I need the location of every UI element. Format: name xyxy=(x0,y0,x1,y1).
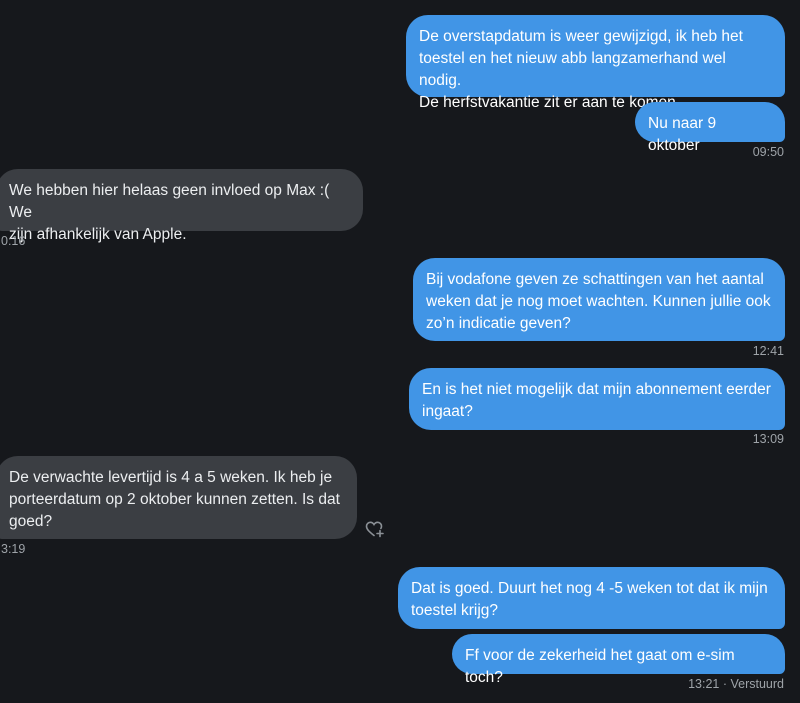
message-timestamp: 09:50 xyxy=(752,145,784,159)
message-timestamp: 0:16 xyxy=(1,234,26,248)
message-timestamp: 13:21 · Verstuurd xyxy=(688,677,784,691)
message-bubble-incoming[interactable]: De verwachte levertijd is 4 a 5 weken. I… xyxy=(0,456,357,539)
message-timestamp: 13:09 xyxy=(752,432,784,446)
message-timestamp: 3:19 xyxy=(1,542,26,556)
message-bubble-outgoing[interactable]: En is het niet mogelijk dat mijn abonnem… xyxy=(409,368,785,430)
heart-plus-icon[interactable] xyxy=(365,520,385,538)
message-bubble-outgoing[interactable]: Nu naar 9 oktober xyxy=(635,102,785,154)
message-bubble-outgoing[interactable]: Ff voor de zekerheid het gaat om e-sim t… xyxy=(452,634,785,686)
message-timestamp: 12:41 xyxy=(752,344,784,358)
message-bubble-outgoing[interactable]: De overstapdatum is weer gewijzigd, ik h… xyxy=(406,15,785,111)
message-bubble-outgoing[interactable]: Bij vodafone geven ze schattingen van he… xyxy=(413,258,785,341)
message-bubble-incoming[interactable]: We hebben hier helaas geen invloed op Ma… xyxy=(0,169,363,243)
message-bubble-outgoing[interactable]: Dat is goed. Duurt het nog 4 -5 weken to… xyxy=(398,567,785,629)
